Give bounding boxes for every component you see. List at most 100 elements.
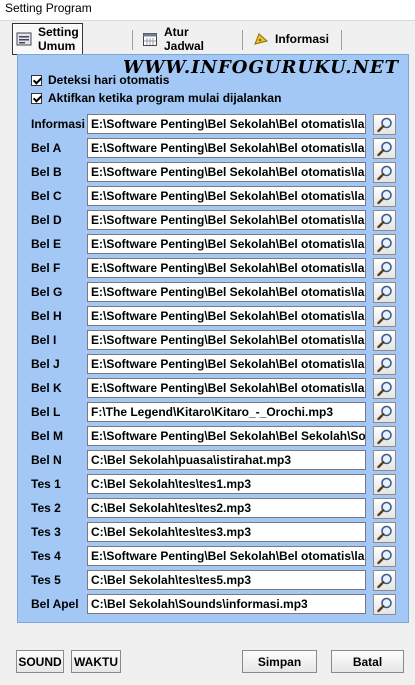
sound-row-label: Bel I	[31, 333, 57, 347]
window-title: Setting Program	[5, 1, 92, 15]
sound-row-label: Tes 1	[31, 477, 61, 491]
sound-path-field[interactable]: E:\Software Penting\Bel Sekolah\Bel otom…	[87, 378, 366, 398]
calendar-icon	[142, 31, 158, 47]
checkbox-deteksi-hari[interactable]: Deteksi hari otomatis	[31, 73, 169, 87]
tab-setting-umum[interactable]: Setting Umum	[12, 23, 83, 55]
browse-button[interactable]	[373, 258, 396, 279]
tab-label: Setting Umum	[38, 25, 79, 53]
browse-button[interactable]	[373, 162, 396, 183]
browse-button[interactable]	[373, 474, 396, 495]
sound-row: Bel H E:\Software Penting\Bel Sekolah\Bel…	[31, 306, 401, 328]
browse-button[interactable]	[373, 234, 396, 255]
checkbox-aktifkan-startup[interactable]: Aktifkan ketika program mulai dijalankan	[31, 91, 281, 105]
sound-row: Tes 5 C:\Bel Sekolah\tes\tes5.mp3	[31, 570, 401, 592]
tab-label: Atur Jadwal	[164, 25, 205, 53]
checkbox-box[interactable]	[31, 74, 42, 86]
sound-row-label: Tes 3	[31, 525, 61, 539]
sound-path-field[interactable]: C:\Bel Sekolah\Sounds\informasi.mp3	[87, 594, 366, 614]
sound-row: Bel E E:\Software Penting\Bel Sekolah\Bel…	[31, 234, 401, 256]
sound-row-label: Bel C	[31, 189, 62, 203]
waktu-button[interactable]: WAKTU	[71, 650, 121, 673]
sound-row: Bel J E:\Software Penting\Bel Sekolah\Bel…	[31, 354, 401, 376]
sound-row: Bel Apel C:\Bel Sekolah\Sounds\informasi.…	[31, 594, 401, 616]
tab-atur-jadwal[interactable]: Atur Jadwal	[142, 25, 205, 53]
tab-divider	[242, 30, 243, 50]
tab-label: Informasi	[275, 32, 330, 46]
browse-button[interactable]	[373, 522, 396, 543]
sound-row: Bel F E:\Software Penting\Bel Sekolah\Bel…	[31, 258, 401, 280]
sound-path-field[interactable]: E:\Software Penting\Bel Sekolah\Bel otom…	[87, 162, 366, 182]
sound-row: Bel I E:\Software Penting\Bel Sekolah\Bel…	[31, 330, 401, 352]
settings-icon	[16, 31, 32, 47]
browse-button[interactable]	[373, 330, 396, 351]
sound-row-label: Bel D	[31, 213, 62, 227]
sound-path-field[interactable]: E:\Software Penting\Bel Sekolah\Bel otom…	[87, 186, 366, 206]
sound-row-label: Bel H	[31, 309, 62, 323]
sound-path-field[interactable]: E:\Software Penting\Bel Sekolah\Bel otom…	[87, 354, 366, 374]
browse-button[interactable]	[373, 114, 396, 135]
title-bar: Setting Program	[0, 0, 415, 21]
sound-row: Bel K E:\Software Penting\Bel Sekolah\Bel…	[31, 378, 401, 400]
sound-row-label: Bel F	[31, 261, 61, 275]
sound-path-field[interactable]: C:\Bel Sekolah\puasa\istirahat.mp3	[87, 450, 366, 470]
sound-path-field[interactable]: C:\Bel Sekolah\tes\tes5.mp3	[87, 570, 366, 590]
sound-row: Bel C E:\Software Penting\Bel Sekolah\Bel…	[31, 186, 401, 208]
browse-button[interactable]	[373, 282, 396, 303]
sound-path-field[interactable]: E:\Software Penting\Bel Sekolah\Bel Seko…	[87, 426, 366, 446]
sound-row-label: Bel M	[31, 429, 64, 443]
browse-button[interactable]	[373, 426, 396, 447]
sound-path-field[interactable]: C:\Bel Sekolah\tes\tes1.mp3	[87, 474, 366, 494]
checkbox-label: Aktifkan ketika program mulai dijalankan	[48, 91, 282, 105]
sound-row: Tes 2 C:\Bel Sekolah\tes\tes2.mp3	[31, 498, 401, 520]
sound-row: Bel N C:\Bel Sekolah\puasa\istirahat.mp3	[31, 450, 401, 472]
sound-path-field[interactable]: E:\Software Penting\Bel Sekolah\Bel otom…	[87, 210, 366, 230]
checkbox-box[interactable]	[31, 92, 42, 104]
sound-path-field[interactable]: E:\Software Penting\Bel Sekolah\Bel otom…	[87, 114, 366, 134]
sound-row-label: Tes 5	[31, 573, 61, 587]
sound-row-label: Bel Apel	[31, 597, 79, 611]
sound-row: Tes 4 E:\Software Penting\Bel Sekolah\Bel…	[31, 546, 401, 568]
sound-row-label: Tes 4	[31, 549, 61, 563]
sound-path-field[interactable]: E:\Software Penting\Bel Sekolah\Bel otom…	[87, 330, 366, 350]
tab-divider	[341, 30, 342, 50]
sound-row-label: Bel K	[31, 381, 62, 395]
sound-row-label: Bel L	[31, 405, 61, 419]
checkbox-label: Deteksi hari otomatis	[48, 73, 170, 87]
sound-path-field[interactable]: E:\Software Penting\Bel Sekolah\Bel otom…	[87, 282, 366, 302]
browse-button[interactable]	[373, 450, 396, 471]
tab-informasi[interactable]: Informasi	[253, 27, 329, 51]
sound-row-label: Bel N	[31, 453, 62, 467]
sound-path-field[interactable]: E:\Software Penting\Bel Sekolah\Bel otom…	[87, 258, 366, 278]
sound-row-label: Informasi	[31, 117, 86, 131]
sound-row-label: Bel A	[31, 141, 62, 155]
sound-path-field[interactable]: E:\Software Penting\Bel Sekolah\Bel otom…	[87, 546, 366, 566]
sound-row: Tes 3 C:\Bel Sekolah\tes\tes3.mp3	[31, 522, 401, 544]
browse-button[interactable]	[373, 306, 396, 327]
sound-path-field[interactable]: F:\The Legend\Kitaro\Kitaro_-_Orochi.mp3	[87, 402, 366, 422]
browse-button[interactable]	[373, 594, 396, 615]
sound-row: Bel M E:\Software Penting\Bel Sekolah\Bel…	[31, 426, 401, 448]
browse-button[interactable]	[373, 546, 396, 567]
sound-row: Bel L F:\The Legend\Kitaro\Kitaro_-_Oroch…	[31, 402, 401, 424]
browse-button[interactable]	[373, 402, 396, 423]
sound-row: Bel B E:\Software Penting\Bel Sekolah\Bel…	[31, 162, 401, 184]
sound-row: Bel D E:\Software Penting\Bel Sekolah\Bel…	[31, 210, 401, 232]
sound-path-field[interactable]: C:\Bel Sekolah\tes\tes3.mp3	[87, 522, 366, 542]
sound-path-field[interactable]: E:\Software Penting\Bel Sekolah\Bel otom…	[87, 234, 366, 254]
sound-row-label: Bel G	[31, 285, 63, 299]
browse-button[interactable]	[373, 498, 396, 519]
browse-button[interactable]	[373, 354, 396, 375]
sound-row-label: Bel E	[31, 237, 62, 251]
sound-path-field[interactable]: C:\Bel Sekolah\tes\tes2.mp3	[87, 498, 366, 518]
sound-path-field[interactable]: E:\Software Penting\Bel Sekolah\Bel otom…	[87, 306, 366, 326]
simpan-button[interactable]: Simpan	[242, 650, 317, 673]
browse-button[interactable]	[373, 138, 396, 159]
sound-button[interactable]: SOUND	[16, 650, 64, 673]
browse-button[interactable]	[373, 210, 396, 231]
browse-button[interactable]	[373, 570, 396, 591]
sound-path-field[interactable]: E:\Software Penting\Bel Sekolah\Bel otom…	[87, 138, 366, 158]
info-icon	[253, 31, 269, 47]
browse-button[interactable]	[373, 378, 396, 399]
batal-button[interactable]: Batal	[331, 650, 404, 673]
browse-button[interactable]	[373, 186, 396, 207]
